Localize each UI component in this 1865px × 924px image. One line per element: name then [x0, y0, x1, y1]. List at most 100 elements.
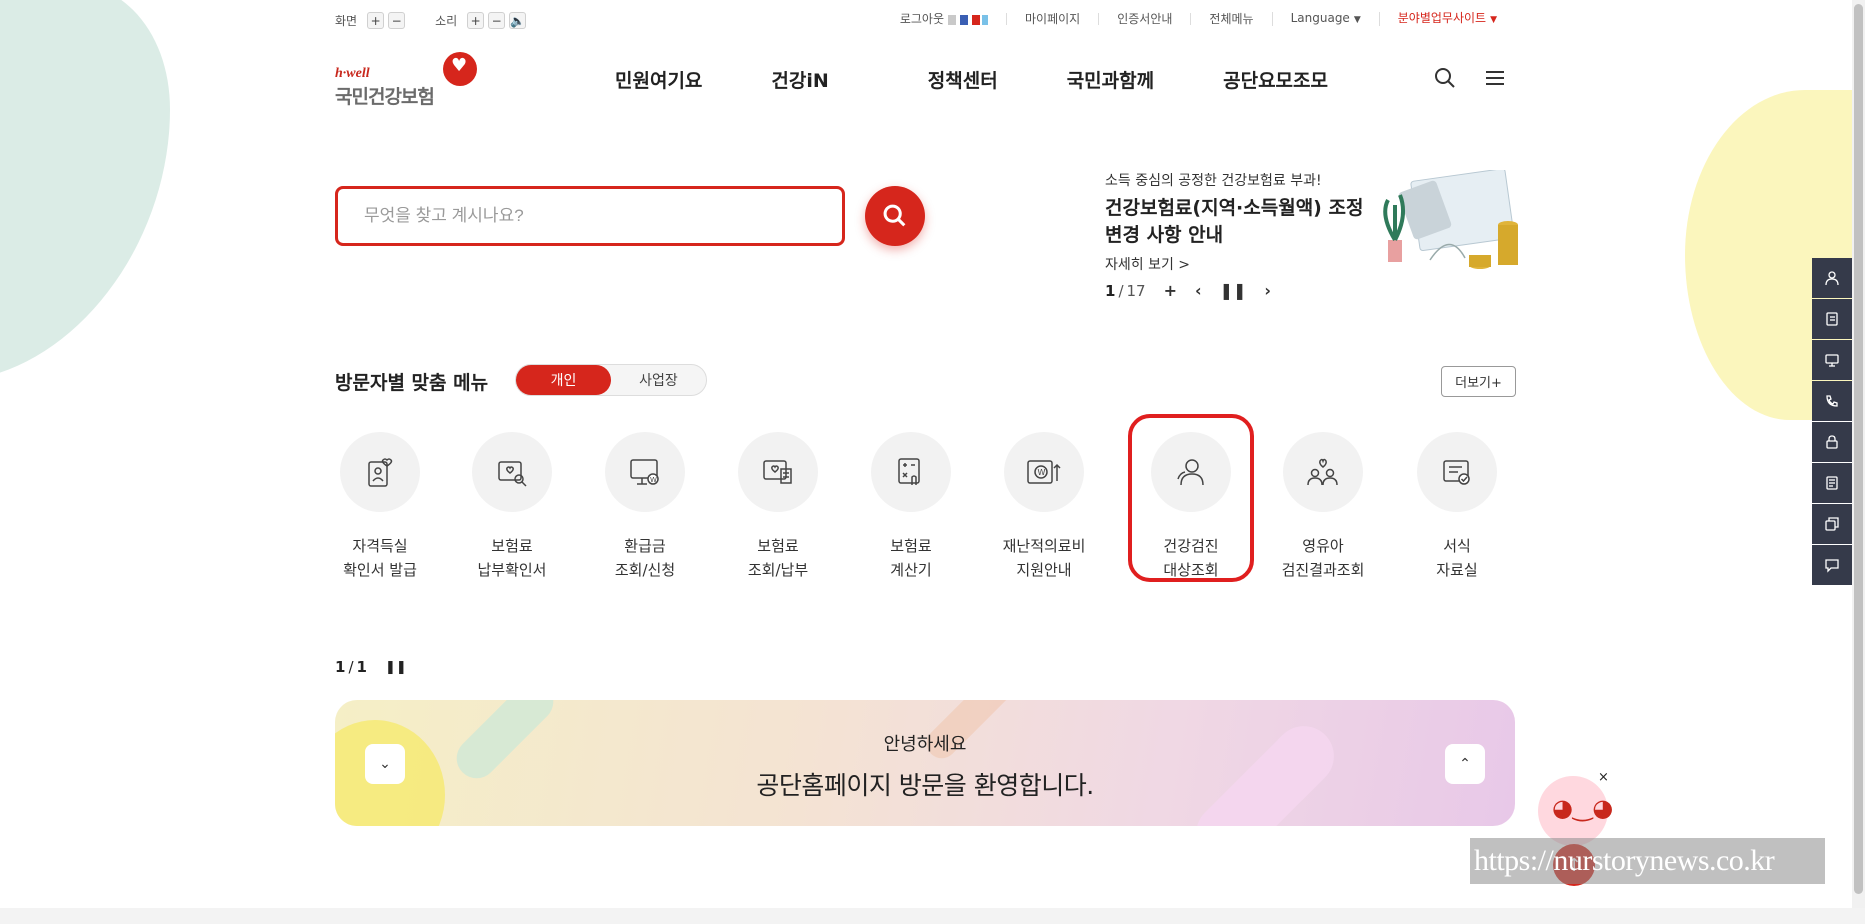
certificate-guide-link[interactable]: 인증서안내 [1098, 13, 1190, 25]
footer-strip [0, 908, 1865, 924]
language-select[interactable]: Language ▼ [1271, 12, 1379, 26]
main-navigation: 민원여기요 건강iN 정책센터 국민과함께 공단요모조모 [615, 66, 1397, 93]
scrollbar[interactable] [1852, 0, 1865, 908]
accessibility-controls: 화면 + − 소리 + − 🔈 [335, 12, 527, 29]
nav-item-with-people[interactable]: 국민과함께 [1067, 66, 1154, 93]
hamburger-menu-icon[interactable] [1483, 66, 1507, 90]
volume-down-button[interactable]: − [488, 12, 506, 29]
won-support-icon: W [1027, 460, 1061, 484]
quick-menu-page-counter: 1/1 [335, 658, 367, 676]
notice-title[interactable]: 건강보험료(지역·소득월액) 조정 변경 사항 안내 [1105, 195, 1365, 249]
family-heart-icon [1307, 458, 1338, 486]
logo-subtext: h·well [335, 66, 370, 81]
sidebar-lock-button[interactable] [1812, 422, 1852, 462]
logout-link[interactable]: 로그아웃 [900, 13, 1006, 25]
welcome-greeting: 안녕하세요 [883, 734, 967, 755]
nav-item-minwon[interactable]: 민원여기요 [615, 66, 702, 93]
heart-document-icon [763, 460, 792, 484]
visitor-type-toggle: 개인 사업장 [515, 364, 707, 396]
quick-menu-item[interactable]: 보험료 계산기 [851, 432, 971, 582]
document-icon [1826, 312, 1838, 326]
copy-icon [1825, 517, 1839, 531]
logo-text: 국민건강보험 [335, 86, 435, 108]
certificate-icon [948, 14, 989, 25]
sidebar-chat-button[interactable] [1812, 545, 1852, 585]
monitor-won-icon: W [630, 459, 659, 485]
lock-icon [1826, 435, 1838, 449]
chevron-left-icon[interactable]: ‹ [1195, 283, 1202, 299]
welcome-message: 공단홈페이지 방문을 환영합니다. [756, 771, 1094, 800]
quick-menu-item[interactable]: 자격득실 확인서 발급 [320, 432, 440, 582]
zoom-in-button[interactable]: + [367, 12, 385, 29]
chevron-up-icon: ⌃ [1459, 756, 1471, 772]
sidebar-monitor-button[interactable] [1812, 340, 1852, 380]
pause-icon[interactable]: ❚❚ [1220, 283, 1247, 299]
notice-pager: 1/17 + ‹ ❚❚ › [1105, 282, 1271, 300]
quick-menu-item[interactable]: W 환급금 조회/신청 [585, 432, 705, 582]
chat-icon [1825, 559, 1839, 573]
heart-search-icon [498, 461, 527, 487]
scrollbar-thumb[interactable] [1854, 4, 1863, 894]
utility-bar: 화면 + − 소리 + − 🔈 로그아웃 마이페이지 인증서안내 전체메뉴 La… [335, 12, 1515, 32]
search-button[interactable] [865, 186, 925, 246]
monitor-icon [1825, 354, 1839, 367]
list-icon [1826, 476, 1838, 490]
quick-menu-item[interactable]: 서식 자료실 [1397, 432, 1517, 582]
mascot-close-icon[interactable]: × [1598, 770, 1609, 785]
svg-text:W: W [650, 476, 657, 484]
person-card-icon [368, 458, 393, 487]
user-icon [1825, 271, 1839, 286]
mascot-character[interactable]: ◕‿◕ [1538, 776, 1613, 846]
sidebar-phone-button[interactable] [1812, 381, 1852, 421]
volume-up-button[interactable]: + [467, 12, 485, 29]
chevron-right-icon[interactable]: › [1264, 283, 1271, 299]
quick-sidebar [1812, 258, 1852, 585]
nav-item-policy-center[interactable]: 정책센터 [928, 66, 998, 93]
sidebar-copy-button[interactable] [1812, 504, 1852, 544]
sidebar-list-button[interactable] [1812, 463, 1852, 503]
mypage-link[interactable]: 마이페이지 [1006, 13, 1098, 25]
visitor-menu-title: 방문자별 맞춤 메뉴 [335, 372, 489, 394]
tab-personal[interactable]: 개인 [516, 365, 611, 395]
quick-menu: 자격득실 확인서 발급 보험료 납부확인서 W 환급금 조회/신청 보험료 조회… [335, 414, 1517, 592]
calculator-hand-icon [898, 458, 920, 485]
business-sites-select[interactable]: 분야별업무사이트 ▼ [1378, 12, 1515, 26]
watermark: https://nurstorynews.co.kr [1470, 838, 1825, 884]
search-input[interactable] [335, 186, 845, 246]
quick-menu-item-health-checkup[interactable]: 건강검진 대상조회 [1131, 432, 1251, 582]
quick-menu-item[interactable]: 보험료 납부확인서 [452, 432, 572, 582]
utility-links: 로그아웃 마이페이지 인증서안내 전체메뉴 Language ▼ 분야별업무사이트… [900, 12, 1515, 26]
search-icon[interactable] [1433, 66, 1457, 90]
sidebar-user-button[interactable] [1812, 258, 1852, 298]
sidebar-document-button[interactable] [1812, 299, 1852, 339]
all-menu-link[interactable]: 전체메뉴 [1190, 13, 1271, 25]
background-shape-left [0, 0, 170, 383]
nav-item-about[interactable]: 공단요모조모 [1223, 66, 1328, 93]
pause-icon[interactable]: ❚❚ [385, 660, 407, 675]
notice-banner: 소득 중심의 공정한 건강보험료 부과! 건강보험료(지역·소득월액) 조정 변… [1105, 170, 1518, 310]
quick-menu-item[interactable]: 보험료 조회/납부 [718, 432, 838, 582]
banner-expand-button[interactable]: ⌃ [1445, 744, 1485, 784]
search-icon [883, 204, 906, 227]
screen-size-label: 화면 [335, 14, 358, 28]
plus-icon[interactable]: + [1164, 283, 1177, 299]
speaker-icon[interactable]: 🔈 [509, 12, 527, 29]
chevron-down-icon: ⌄ [379, 756, 391, 772]
heart-logo-icon [443, 52, 477, 86]
zoom-out-button[interactable]: − [388, 12, 406, 29]
more-button[interactable]: 더보기+ [1441, 366, 1516, 397]
calculator-plant-illustration [1383, 170, 1518, 269]
sound-label: 소리 [435, 14, 458, 28]
quick-menu-item[interactable]: 영유아 검진결과조회 [1263, 432, 1383, 582]
caret-down-icon: ▼ [1353, 15, 1361, 25]
nav-item-health-in[interactable]: 건강iN [771, 66, 828, 93]
logo[interactable]: h·well 국민건강보험 [335, 52, 485, 108]
notice-page-counter: 1/17 [1105, 282, 1146, 300]
quick-menu-item[interactable]: W 재난적의료비 지원안내 [984, 432, 1104, 582]
phone-icon [1826, 395, 1838, 407]
banner-collapse-button[interactable]: ⌄ [365, 744, 405, 784]
svg-text:W: W [1038, 468, 1046, 477]
persons-icon [1177, 459, 1204, 486]
caret-down-icon: ▼ [1490, 15, 1497, 25]
tab-business[interactable]: 사업장 [611, 365, 706, 395]
